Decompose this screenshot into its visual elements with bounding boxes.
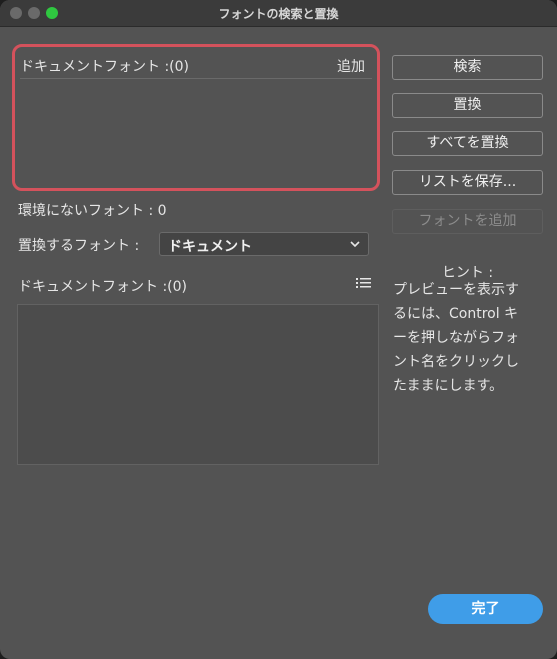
replace-with-select[interactable]: ドキュメント [159, 232, 369, 256]
replace-button[interactable]: 置換 [392, 93, 543, 118]
hint-text: プレビューを表示す るには、Control キ ーを押しながらフォ ント名をクリ… [393, 282, 519, 394]
list-menu-icon[interactable] [356, 276, 371, 294]
done-button[interactable]: 完了 [428, 594, 543, 624]
replacement-fonts-list[interactable] [17, 304, 379, 465]
replace-with-label: 置換するフォント : [18, 238, 140, 254]
add-to-list-link[interactable]: 追加 [337, 56, 365, 76]
list-header-divider [20, 78, 372, 79]
document-fonts-list[interactable]: ドキュメントフォント :(0) 追加 [12, 44, 380, 191]
window-title: フォントの検索と置換 [218, 7, 339, 21]
add-font-button[interactable]: フォントを追加 [392, 209, 543, 234]
save-list-button[interactable]: リストを保存... [392, 170, 543, 195]
search-button[interactable]: 検索 [392, 55, 543, 80]
replace-with-selected-value: ドキュメント [168, 239, 252, 255]
title-bar: フォントの検索と置換 [0, 0, 557, 27]
find-replace-font-dialog: フォントの検索と置換 ドキュメントフォント :(0) 追加 環境にないフォント … [0, 0, 557, 659]
chevron-down-icon [349, 235, 361, 256]
replace-all-button[interactable]: すべてを置換 [392, 131, 543, 156]
document-fonts-label: ドキュメントフォント :(0) [20, 59, 189, 75]
replacement-fonts-label: ドキュメントフォント :(0) [18, 279, 187, 295]
missing-fonts-count: 環境にないフォント : 0 [18, 203, 167, 219]
